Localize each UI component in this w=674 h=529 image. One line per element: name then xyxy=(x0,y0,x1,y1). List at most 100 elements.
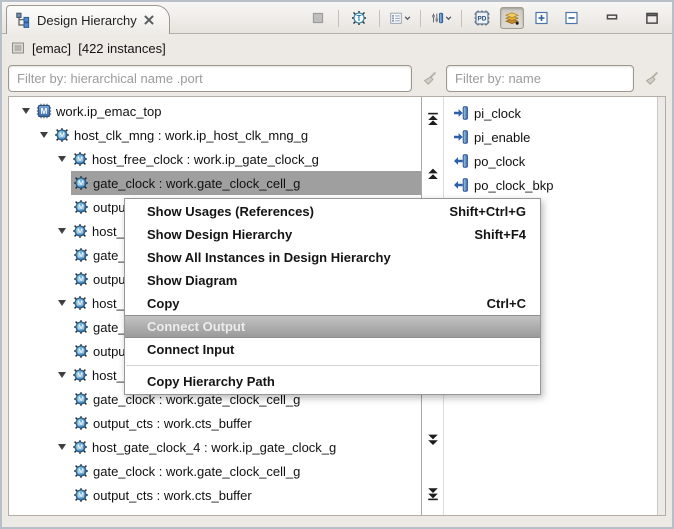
sliders-icon xyxy=(430,10,444,26)
expander-arrow-icon[interactable] xyxy=(37,132,50,138)
menu-item-show-design-hierarchy[interactable]: Show Design Hierarchy Shift+F4 xyxy=(125,223,540,246)
expand-all-button[interactable] xyxy=(530,7,554,29)
context-menu: Show Usages (References) Shift+Ctrl+G Show… xyxy=(124,198,541,395)
right-scroll-strip[interactable] xyxy=(657,97,665,515)
expander-arrow-icon[interactable] xyxy=(55,444,68,450)
double-up-icon xyxy=(426,167,440,181)
instance-icon xyxy=(73,487,89,503)
list-icon xyxy=(389,10,403,26)
output-port-icon xyxy=(453,153,469,169)
scroll-bottom-icon xyxy=(426,487,440,501)
view-list-menu-button[interactable] xyxy=(388,7,412,29)
port-filter-input[interactable] xyxy=(446,65,634,92)
tree-row-content: gate_clock : work.gate_clock_cell_g xyxy=(71,171,421,195)
menu-item-show-all-instances-in-design-hierarchy[interactable]: Show All Instances in Design Hierarchy xyxy=(125,246,540,269)
collapse-all-icon xyxy=(564,10,580,26)
clear-hierarchy-filter-button[interactable] xyxy=(418,68,440,90)
tree-row[interactable]: host_free_clock : work.ip_gate_clock_g xyxy=(9,147,421,171)
scroll-bottom-marker[interactable] xyxy=(426,487,440,501)
previous-marker[interactable] xyxy=(426,167,440,181)
port-row[interactable]: pi_clock xyxy=(445,101,657,125)
tree-row[interactable]: host_clk_mng : work.ip_host_clk_mng_g xyxy=(9,123,421,147)
minimize-icon xyxy=(604,10,620,26)
instance-icon xyxy=(73,415,89,431)
menu-item-copy-hierarchy-path[interactable]: Copy Hierarchy Path xyxy=(125,370,540,393)
double-down-icon xyxy=(426,433,440,447)
expander-arrow-icon[interactable] xyxy=(19,108,32,114)
tree-row[interactable]: output_cts : work.cts_buffer xyxy=(9,411,421,435)
instance-icon xyxy=(72,439,88,455)
tree-item-label: work.ip_emac_top xyxy=(56,103,162,119)
chip-t-button[interactable] xyxy=(347,7,371,29)
tree-row[interactable]: host_gate_clock_4 : work.ip_gate_clock_g xyxy=(9,435,421,459)
expander-arrow-icon[interactable] xyxy=(55,300,68,306)
tree-row-content: output_cts : work.cts_buffer xyxy=(71,483,421,507)
tree-row[interactable]: gate_clock : work.gate_clock_cell_g xyxy=(9,459,421,483)
expand-all-icon xyxy=(534,10,550,26)
minimize-button[interactable] xyxy=(600,7,624,29)
tree-item-label: gate_clock : work.gate_clock_cell_g xyxy=(93,463,301,479)
instance-icon xyxy=(73,247,89,263)
module-icon xyxy=(36,103,52,119)
chevron-down-icon[interactable] xyxy=(445,14,452,22)
menu-item-show-usages-references[interactable]: Show Usages (References) Shift+Ctrl+G xyxy=(125,200,540,223)
tab-design-hierarchy[interactable]: Design Hierarchy xyxy=(6,5,170,34)
port-row[interactable]: po_clock xyxy=(445,149,657,173)
tree-row-content: host_clk_mng : work.ip_host_clk_mng_g xyxy=(35,123,421,147)
port-label: po_clock xyxy=(474,153,526,169)
tree-item-label: gate_clock : work.gate_clock_cell_g xyxy=(93,175,301,191)
menu-item-connect-output: Connect Output xyxy=(125,315,540,338)
toolbar-separator xyxy=(461,9,462,27)
close-tab-icon[interactable] xyxy=(143,14,155,26)
expander-arrow-icon[interactable] xyxy=(55,372,68,378)
hierarchy-filter-input[interactable] xyxy=(8,65,412,92)
expander-arrow-icon[interactable] xyxy=(55,156,68,162)
tree-item-label: host_clk_mng : work.ip_host_clk_mng_g xyxy=(74,127,309,143)
toolbar-separator xyxy=(420,9,421,27)
input-port-icon xyxy=(453,129,469,145)
expander-arrow-icon[interactable] xyxy=(55,228,68,234)
tree-row[interactable]: gate_clock : work.gate_clock_cell_g xyxy=(9,171,421,195)
menu-item-show-diagram[interactable]: Show Diagram xyxy=(125,269,540,292)
menu-item-connect-input[interactable]: Connect Input xyxy=(125,338,540,361)
instance-icon xyxy=(73,463,89,479)
tab-label: Design Hierarchy xyxy=(37,12,137,28)
tree-row[interactable]: output_cts : work.cts_buffer xyxy=(9,483,421,507)
menu-item-shortcut: Shift+F4 xyxy=(474,227,526,242)
view-header: [emac] [422 instances] xyxy=(2,34,672,62)
next-marker[interactable] xyxy=(426,433,440,447)
chip-pd-button[interactable] xyxy=(470,7,494,29)
broom-icon xyxy=(421,71,437,87)
collapse-all-button[interactable] xyxy=(560,7,584,29)
port-row[interactable]: pi_enable xyxy=(445,125,657,149)
menu-separator xyxy=(126,365,539,366)
menu-item-label: Copy Hierarchy Path xyxy=(147,374,275,389)
chip-t-icon xyxy=(351,10,367,26)
tree-row[interactable]: work.ip_emac_top xyxy=(9,99,421,123)
scroll-top-marker[interactable] xyxy=(426,112,440,126)
scope-and-count-label: [emac] [422 instances] xyxy=(32,40,166,56)
clear-port-filter-button[interactable] xyxy=(640,68,662,90)
maximize-icon xyxy=(644,10,660,26)
hierarchy-view-icon xyxy=(15,12,31,28)
filter-options-button[interactable] xyxy=(429,7,453,29)
port-label: po_clock_bkp xyxy=(474,177,554,193)
scroll-top-icon xyxy=(426,112,440,126)
instance-icon xyxy=(73,271,89,287)
toolbar-separator xyxy=(338,9,339,27)
instance-icon xyxy=(73,319,89,335)
maximize-button[interactable] xyxy=(640,7,664,29)
layers-toggle-button[interactable] xyxy=(500,7,524,29)
menu-item-copy[interactable]: Copy Ctrl+C xyxy=(125,292,540,315)
port-row[interactable]: po_clock_bkp xyxy=(445,173,657,197)
output-port-icon xyxy=(453,177,469,193)
chevron-down-icon[interactable] xyxy=(404,14,411,22)
